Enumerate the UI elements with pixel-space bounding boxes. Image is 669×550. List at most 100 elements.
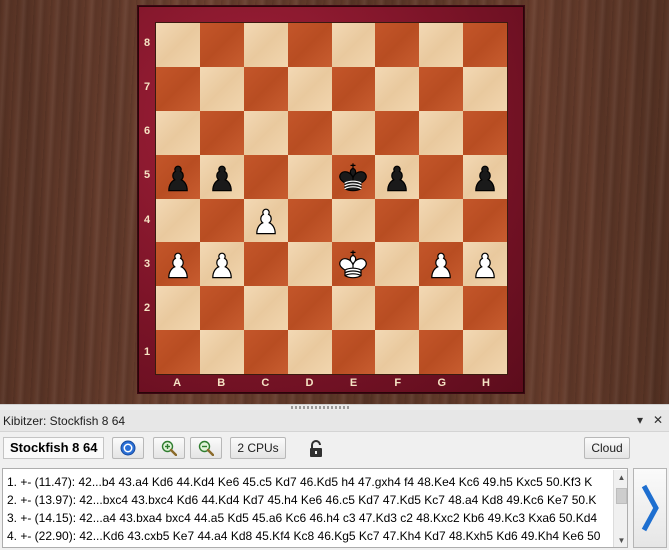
- square-e5[interactable]: [331, 154, 376, 199]
- next-line-button[interactable]: [633, 468, 667, 548]
- black-king-icon[interactable]: [335, 159, 371, 195]
- square-d4[interactable]: [287, 198, 332, 243]
- square-d1[interactable]: [287, 330, 332, 374]
- square-d7[interactable]: [287, 66, 332, 111]
- white-pawn-icon[interactable]: [248, 202, 284, 238]
- splitter-grip[interactable]: [291, 406, 351, 409]
- square-e7[interactable]: [331, 66, 376, 111]
- engine-name[interactable]: Stockfish 8 64: [3, 437, 105, 459]
- square-h4[interactable]: [463, 198, 507, 243]
- square-b6[interactable]: [199, 110, 244, 155]
- square-a8[interactable]: [156, 23, 200, 67]
- square-a3[interactable]: [156, 242, 200, 287]
- square-d2[interactable]: [287, 286, 332, 331]
- square-g2[interactable]: [419, 286, 464, 331]
- scroll-down-icon[interactable]: ▼: [614, 533, 627, 547]
- rank-label: 3: [143, 257, 151, 270]
- square-a1[interactable]: [156, 330, 200, 374]
- square-d8[interactable]: [287, 23, 332, 67]
- rank-label: 1: [143, 345, 151, 358]
- square-g7[interactable]: [419, 66, 464, 111]
- square-c3[interactable]: [243, 242, 288, 287]
- square-d5[interactable]: [287, 154, 332, 199]
- square-e4[interactable]: [331, 198, 376, 243]
- analysis-line[interactable]: 3. +- (14.15): 42...a4 43.bxa4 bxc4 44.a…: [7, 509, 597, 527]
- add-line-button[interactable]: [153, 437, 185, 459]
- square-h6[interactable]: [463, 110, 507, 155]
- dropdown-icon[interactable]: ▾: [633, 413, 647, 427]
- square-e3[interactable]: [331, 242, 376, 287]
- square-c6[interactable]: [243, 110, 288, 155]
- scroll-up-icon[interactable]: ▲: [614, 470, 627, 485]
- square-d3[interactable]: [287, 242, 332, 287]
- square-f3[interactable]: [375, 242, 420, 287]
- square-g3[interactable]: [419, 242, 464, 287]
- square-f7[interactable]: [375, 66, 420, 111]
- square-g5[interactable]: [419, 154, 464, 199]
- analysis-lines[interactable]: 1. +- (11.47): 42...b4 43.a4 Kd6 44.Kd4 …: [2, 468, 628, 548]
- white-pawn-icon[interactable]: [160, 246, 196, 282]
- cloud-button[interactable]: Cloud: [584, 437, 630, 459]
- square-c4[interactable]: [243, 198, 288, 243]
- square-b2[interactable]: [199, 286, 244, 331]
- black-pawn-icon[interactable]: [379, 159, 415, 195]
- square-a6[interactable]: [156, 110, 200, 155]
- square-b5[interactable]: [199, 154, 244, 199]
- square-h3[interactable]: [463, 242, 507, 287]
- square-f5[interactable]: [375, 154, 420, 199]
- white-pawn-icon[interactable]: [204, 246, 240, 282]
- square-f6[interactable]: [375, 110, 420, 155]
- square-h5[interactable]: [463, 154, 507, 199]
- square-c1[interactable]: [243, 330, 288, 374]
- square-d6[interactable]: [287, 110, 332, 155]
- square-g8[interactable]: [419, 23, 464, 67]
- square-h2[interactable]: [463, 286, 507, 331]
- white-pawn-icon[interactable]: [467, 246, 503, 282]
- close-icon[interactable]: ✕: [651, 413, 665, 427]
- square-b7[interactable]: [199, 66, 244, 111]
- square-f4[interactable]: [375, 198, 420, 243]
- square-h8[interactable]: [463, 23, 507, 67]
- square-a2[interactable]: [156, 286, 200, 331]
- square-e1[interactable]: [331, 330, 376, 374]
- square-a7[interactable]: [156, 66, 200, 111]
- square-c5[interactable]: [243, 154, 288, 199]
- white-king-icon[interactable]: [335, 246, 371, 282]
- square-g4[interactable]: [419, 198, 464, 243]
- square-e8[interactable]: [331, 23, 376, 67]
- stop-engine-button[interactable]: [112, 437, 144, 459]
- square-a5[interactable]: [156, 154, 200, 199]
- black-pawn-icon[interactable]: [204, 159, 240, 195]
- square-c2[interactable]: [243, 286, 288, 331]
- square-b8[interactable]: [199, 23, 244, 67]
- square-h7[interactable]: [463, 66, 507, 111]
- square-f1[interactable]: [375, 330, 420, 374]
- analysis-scrollbar[interactable]: ▲ ▼: [613, 470, 627, 547]
- scroll-thumb[interactable]: [616, 488, 627, 504]
- square-c8[interactable]: [243, 23, 288, 67]
- lock-icon[interactable]: [308, 440, 324, 458]
- file-label: C: [261, 377, 270, 389]
- white-pawn-icon[interactable]: [423, 246, 459, 282]
- square-f8[interactable]: [375, 23, 420, 67]
- square-h1[interactable]: [463, 330, 507, 374]
- remove-line-button[interactable]: [190, 437, 222, 459]
- square-a4[interactable]: [156, 198, 200, 243]
- square-e2[interactable]: [331, 286, 376, 331]
- square-e6[interactable]: [331, 110, 376, 155]
- square-f2[interactable]: [375, 286, 420, 331]
- square-g1[interactable]: [419, 330, 464, 374]
- square-b1[interactable]: [199, 330, 244, 374]
- black-pawn-icon[interactable]: [160, 159, 196, 195]
- analysis-line[interactable]: 2. +- (13.97): 42...bxc4 43.bxc4 Kd6 44.…: [7, 491, 596, 509]
- cpus-button[interactable]: 2 CPUs: [230, 437, 286, 459]
- chess-board[interactable]: [155, 22, 508, 375]
- analysis-line[interactable]: 1. +- (11.47): 42...b4 43.a4 Kd6 44.Kd4 …: [7, 473, 592, 491]
- square-g6[interactable]: [419, 110, 464, 155]
- square-c7[interactable]: [243, 66, 288, 111]
- file-label: B: [217, 377, 226, 389]
- square-b3[interactable]: [199, 242, 244, 287]
- square-b4[interactable]: [199, 198, 244, 243]
- black-pawn-icon[interactable]: [467, 159, 503, 195]
- analysis-line[interactable]: 4. +- (22.90): 42...Kd6 43.cxb5 Ke7 44.a…: [7, 527, 600, 545]
